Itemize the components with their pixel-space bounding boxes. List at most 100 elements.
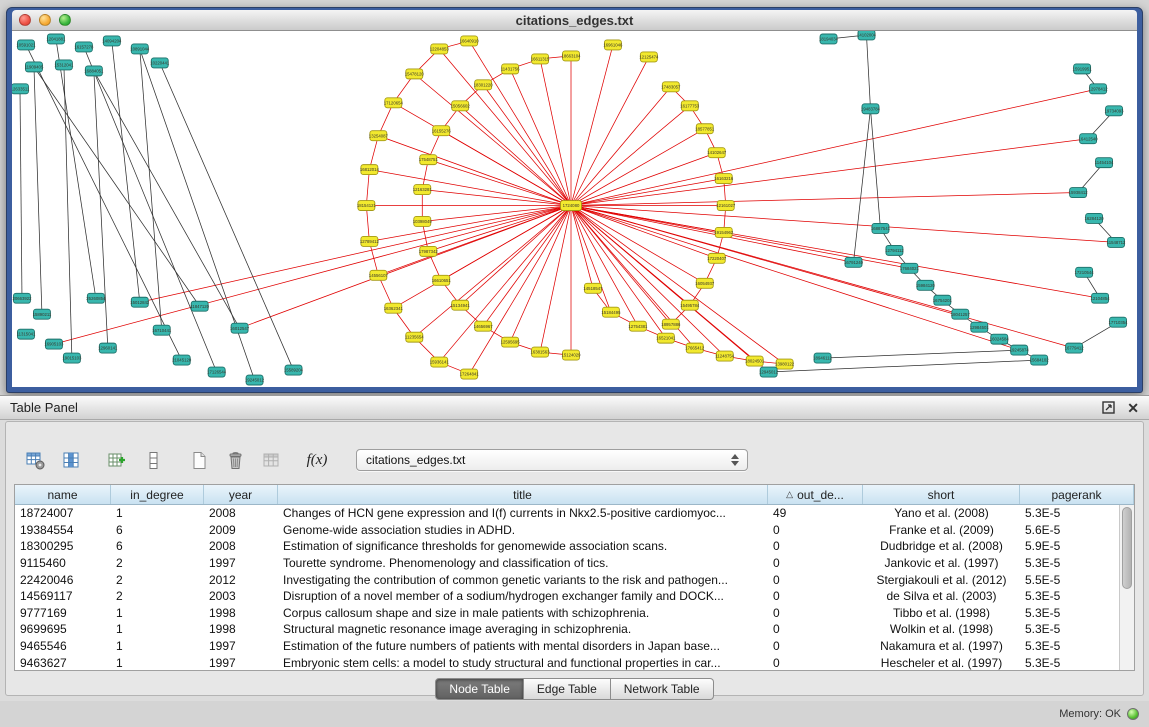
graph-node[interactable]: 25260854 bbox=[86, 293, 106, 303]
graph-node[interactable]: 12945012 bbox=[759, 367, 779, 377]
zoom-window-icon[interactable] bbox=[59, 14, 71, 26]
tab-edge-table[interactable]: Edge Table bbox=[524, 678, 611, 700]
close-panel-icon[interactable]: ✕ bbox=[1127, 401, 1139, 415]
graph-node[interactable]: 16961046 bbox=[603, 40, 623, 50]
graph-node[interactable]: 18301220 bbox=[474, 80, 494, 90]
graph-node[interactable]: 12163281 bbox=[413, 185, 433, 195]
import-table-button[interactable] bbox=[256, 446, 286, 474]
tab-network-table[interactable]: Network Table bbox=[611, 678, 714, 700]
graph-node[interactable]: 16012547 bbox=[230, 323, 250, 333]
graph-node[interactable]: 14094204 bbox=[102, 36, 122, 46]
graph-node[interactable]: 13254087 bbox=[369, 131, 389, 141]
column-header-out_de[interactable]: △out_de... bbox=[768, 485, 863, 504]
table-row[interactable]: 2242004622012Investigating the contribut… bbox=[15, 571, 1119, 588]
table-row[interactable]: 1456911722003Disruption of a novel membe… bbox=[15, 588, 1119, 605]
graph-node[interactable]: 17987342 bbox=[419, 246, 439, 256]
table-select-dropdown[interactable]: citations_edges.txt bbox=[356, 449, 748, 471]
graph-node[interactable]: 16381563 bbox=[531, 347, 551, 357]
graph-hub-node[interactable]: 1724080 bbox=[561, 201, 582, 211]
graph-node[interactable]: 11431756 bbox=[501, 64, 520, 74]
graph-node[interactable]: 10591021 bbox=[16, 40, 36, 50]
graph-node[interactable]: 12754381 bbox=[628, 321, 648, 331]
column-header-short[interactable]: short bbox=[863, 485, 1020, 504]
delete-button[interactable] bbox=[220, 446, 250, 474]
graph-node[interactable]: 14102004 bbox=[857, 31, 877, 40]
table-row[interactable]: 911546021997Tourette syndrome. Phenomeno… bbox=[15, 555, 1119, 572]
graph-node[interactable]: 15684102 bbox=[1030, 355, 1050, 365]
graph-node[interactable]: 16284120 bbox=[1085, 213, 1105, 223]
graph-node[interactable]: 17684021 bbox=[900, 263, 920, 273]
close-window-icon[interactable] bbox=[19, 14, 31, 26]
column-header-title[interactable]: title bbox=[278, 485, 768, 504]
graph-node[interactable]: 20663922 bbox=[12, 293, 32, 303]
graph-node[interactable]: 12984501 bbox=[970, 322, 990, 332]
row-view-button[interactable] bbox=[138, 446, 168, 474]
graph-node[interactable]: 19483784 bbox=[861, 104, 881, 114]
new-document-button[interactable] bbox=[184, 446, 214, 474]
graph-node[interactable]: 15919951 bbox=[1073, 64, 1093, 74]
graph-node[interactable]: 18154121 bbox=[357, 201, 377, 211]
graph-node[interactable]: 16155276 bbox=[432, 126, 452, 136]
graph-node[interactable]: 16791240 bbox=[844, 257, 864, 267]
graph-node[interactable]: 17120654 bbox=[384, 98, 404, 108]
column-header-in_degree[interactable]: in_degree bbox=[111, 485, 204, 504]
graph-node[interactable]: 19015103 bbox=[62, 353, 82, 363]
graph-node[interactable]: 12204853 bbox=[430, 44, 450, 54]
graph-node[interactable]: 17210544 bbox=[1075, 267, 1095, 277]
graph-node[interactable]: 11847120 bbox=[190, 301, 209, 311]
table-row[interactable]: 969969511998Structural magnetic resonanc… bbox=[15, 621, 1119, 638]
graph-node[interactable]: 12161027 bbox=[716, 201, 736, 211]
graph-node[interactable]: 17264841 bbox=[460, 369, 480, 379]
graph-node[interactable]: 16412540 bbox=[1079, 134, 1099, 144]
graph-node[interactable]: 17126544 bbox=[207, 367, 227, 377]
graph-node[interactable]: 14518547 bbox=[583, 283, 603, 293]
table-mode-button[interactable] bbox=[20, 446, 50, 474]
function-builder-button[interactable]: f(x) bbox=[302, 446, 332, 474]
graph-node[interactable]: 17710354 bbox=[1108, 317, 1128, 327]
graph-node[interactable]: 16362341 bbox=[384, 303, 404, 313]
graph-node[interactable]: 16905103 bbox=[44, 339, 64, 349]
graph-node[interactable]: 17220407 bbox=[707, 253, 727, 263]
graph-node[interactable]: 16754201 bbox=[933, 295, 953, 305]
graph-node[interactable]: 13980122 bbox=[775, 359, 795, 369]
graph-node[interactable]: 12041881 bbox=[46, 34, 66, 44]
graph-node[interactable]: 18957886 bbox=[661, 319, 681, 329]
show-columns-button[interactable] bbox=[56, 446, 86, 474]
graph-node[interactable]: 16177753 bbox=[680, 101, 700, 111]
graph-node[interactable]: 16521041 bbox=[656, 333, 676, 343]
network-canvas[interactable]: 1724080151240291638156312595695146569671… bbox=[12, 31, 1137, 387]
graph-node[interactable]: 15495784 bbox=[680, 300, 700, 310]
graph-node[interactable]: 14656967 bbox=[474, 321, 494, 331]
graph-node[interactable]: 10891044 bbox=[130, 44, 150, 54]
graph-node[interactable]: 16640910 bbox=[460, 36, 480, 46]
graph-node[interactable]: 12633511 bbox=[12, 84, 30, 94]
column-header-pagerank[interactable]: pagerank bbox=[1020, 485, 1134, 504]
graph-node[interactable]: 10220441 bbox=[150, 58, 170, 68]
graph-node[interactable]: 15134941 bbox=[451, 300, 471, 310]
graph-node[interactable]: 16024584 bbox=[990, 334, 1010, 344]
graph-node[interactable]: 19734093 bbox=[1105, 106, 1125, 116]
graph-node[interactable]: 19245012 bbox=[245, 375, 265, 385]
graph-node[interactable]: 12125474 bbox=[639, 52, 659, 62]
graph-node[interactable]: 18024501 bbox=[745, 356, 765, 366]
graph-node[interactable]: 14102647 bbox=[707, 148, 727, 158]
minimize-window-icon[interactable] bbox=[39, 14, 51, 26]
graph-node[interactable]: 16157278 bbox=[74, 42, 94, 52]
graph-node[interactable]: 11909405 bbox=[25, 62, 44, 72]
graph-node[interactable]: 11548712 bbox=[1107, 237, 1126, 247]
graph-node[interactable]: 15936141 bbox=[430, 357, 450, 367]
tab-node-table[interactable]: Node Table bbox=[435, 678, 524, 700]
graph-node[interactable]: 12978412 bbox=[1089, 84, 1109, 94]
graph-node[interactable]: 19245874 bbox=[1010, 345, 1030, 355]
graph-node[interactable]: 15184495 bbox=[601, 307, 621, 317]
graph-node[interactable]: 16054937 bbox=[695, 278, 715, 288]
graph-node[interactable]: 18194034 bbox=[819, 34, 839, 44]
scrollbar-thumb[interactable] bbox=[1122, 507, 1132, 589]
table-row[interactable]: 1872400712008Changes of HCN gene express… bbox=[15, 505, 1119, 522]
graph-node[interactable]: 18577851 bbox=[695, 124, 715, 134]
create-column-button[interactable] bbox=[102, 446, 132, 474]
column-header-year[interactable]: year bbox=[204, 485, 278, 504]
table-row[interactable]: 946554611997Estimation of the future num… bbox=[15, 638, 1119, 655]
graph-node[interactable]: 11315041 bbox=[17, 329, 36, 339]
graph-node[interactable]: 15312041 bbox=[54, 60, 74, 70]
